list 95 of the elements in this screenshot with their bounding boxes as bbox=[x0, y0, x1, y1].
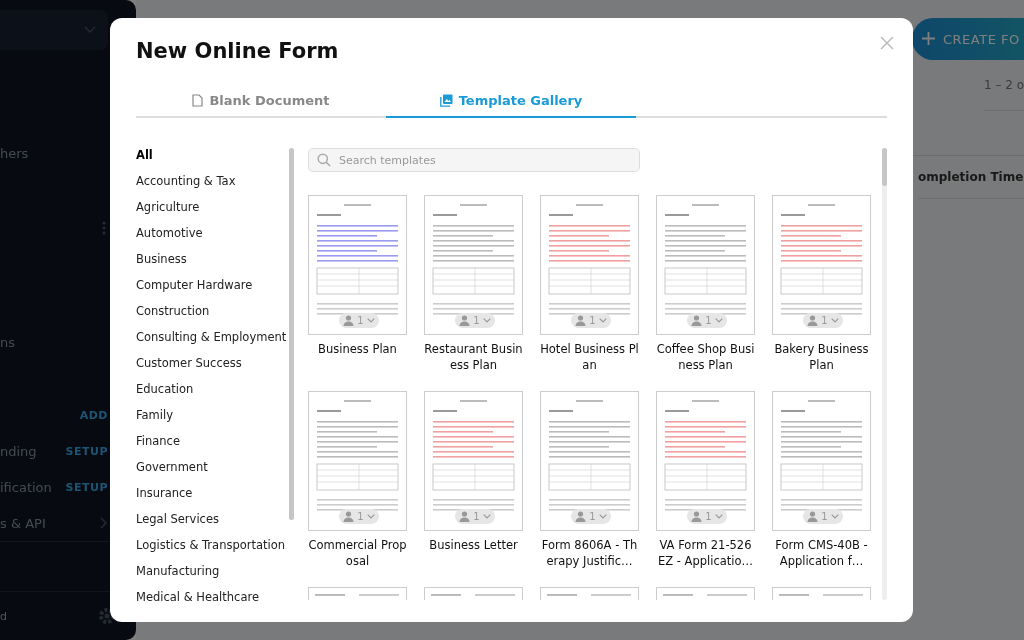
scrollbar[interactable] bbox=[289, 148, 294, 520]
chevron-down-icon bbox=[482, 318, 491, 323]
category-item[interactable]: Finance bbox=[136, 434, 180, 460]
chevron-down-icon bbox=[714, 318, 723, 323]
sidebar-item[interactable]: nding bbox=[0, 443, 37, 459]
category-item[interactable]: Education bbox=[136, 382, 194, 408]
assignee-selector[interactable]: 1 bbox=[803, 313, 843, 328]
document-thumbnail[interactable]: 1 bbox=[424, 195, 523, 335]
assignee-selector[interactable]: 1 bbox=[687, 509, 727, 524]
add-link[interactable]: ADD bbox=[79, 408, 108, 422]
category-item[interactable]: Consulting & Employment bbox=[136, 330, 287, 356]
setup-link[interactable]: SETUP bbox=[65, 444, 108, 458]
chevron-down-icon bbox=[366, 318, 375, 323]
document-thumbnail[interactable]: 1 bbox=[540, 195, 639, 335]
document-thumbnail[interactable]: 1 bbox=[424, 391, 523, 531]
document-thumbnail[interactable]: 1 bbox=[308, 391, 407, 531]
assignee-selector[interactable]: 1 bbox=[571, 509, 611, 524]
category-item[interactable]: Customer Success bbox=[136, 356, 242, 382]
chevron-right-icon bbox=[100, 517, 108, 529]
template-name[interactable]: Business Letter bbox=[424, 537, 523, 553]
chevron-down-icon bbox=[366, 514, 375, 519]
template-name[interactable]: Coffee Shop Business Plan bbox=[656, 341, 755, 373]
person-icon bbox=[691, 511, 703, 522]
person-icon bbox=[807, 315, 819, 326]
chevron-down-icon bbox=[830, 514, 839, 519]
setup-link[interactable]: SETUP bbox=[65, 480, 108, 494]
person-icon bbox=[343, 511, 355, 522]
chevron-down-icon bbox=[714, 514, 723, 519]
chevron-down-icon bbox=[482, 514, 491, 519]
sidebar-item[interactable]: ification bbox=[0, 479, 52, 495]
person-icon bbox=[575, 315, 587, 326]
workspace-dropdown[interactable] bbox=[0, 10, 108, 50]
tab[interactable]: Template Gallery bbox=[386, 84, 636, 118]
chevron-down-icon bbox=[598, 318, 607, 323]
person-icon bbox=[459, 315, 471, 326]
document-thumbnail[interactable]: 1 bbox=[656, 195, 755, 335]
person-icon bbox=[343, 315, 355, 326]
assignee-selector[interactable]: 1 bbox=[803, 509, 843, 524]
person-icon bbox=[807, 511, 819, 522]
template-name[interactable]: Form CMS-40B - Application f… bbox=[772, 537, 871, 569]
assignee-selector[interactable]: 1 bbox=[455, 313, 495, 328]
category-item[interactable]: Business bbox=[136, 252, 187, 278]
document-thumbnail[interactable]: 1 bbox=[772, 195, 871, 335]
assignee-selector[interactable]: 1 bbox=[339, 509, 379, 524]
category-item[interactable]: Computer Hardware bbox=[136, 278, 253, 304]
category-item[interactable]: Legal Services bbox=[136, 512, 219, 538]
document-thumbnail[interactable]: 1 bbox=[772, 391, 871, 531]
chevron-down-icon bbox=[830, 318, 839, 323]
sidebar-item[interactable]: ns bbox=[0, 334, 15, 350]
assignee-selector[interactable]: 1 bbox=[687, 313, 727, 328]
document-thumbnail[interactable]: 1 bbox=[308, 195, 407, 335]
category-item[interactable]: Government bbox=[136, 460, 208, 486]
pagination-text: 1 – 2 o bbox=[984, 78, 1024, 92]
category-item[interactable]: Automotive bbox=[136, 226, 203, 252]
more-icon[interactable] bbox=[102, 221, 106, 235]
person-icon bbox=[691, 315, 703, 326]
category-item[interactable]: Family bbox=[136, 408, 173, 434]
scrollbar[interactable] bbox=[882, 148, 887, 600]
category-item[interactable]: Logistics & Transportation bbox=[136, 538, 286, 564]
column-header: ompletion Time bbox=[918, 170, 1024, 184]
template-name[interactable]: Commercial Proposal bbox=[308, 537, 407, 569]
tab[interactable]: Blank Document bbox=[136, 84, 386, 118]
template-name[interactable]: Business Plan bbox=[308, 341, 407, 357]
template-name[interactable]: Hotel Business Plan bbox=[540, 341, 639, 373]
template-name[interactable]: VA Form 21-526 EZ - Applicatio… bbox=[656, 537, 755, 569]
category-item[interactable]: Medical & Healthcare bbox=[136, 590, 260, 616]
assignee-selector[interactable]: 1 bbox=[571, 313, 611, 328]
person-icon bbox=[575, 511, 587, 522]
search-field[interactable]: Search templates bbox=[308, 148, 640, 172]
assignee-selector[interactable]: 1 bbox=[455, 509, 495, 524]
document-icon bbox=[192, 93, 204, 107]
sidebar-item[interactable]: hers bbox=[0, 145, 29, 161]
footer-text: d bbox=[0, 609, 7, 623]
category-item[interactable]: Agriculture bbox=[136, 200, 200, 226]
template-name[interactable]: Form 8606A - Therapy Justific… bbox=[540, 537, 639, 569]
assignee-selector[interactable]: 1 bbox=[339, 313, 379, 328]
document-thumbnail[interactable]: 1 bbox=[656, 391, 755, 531]
dialog-title: New Online Form bbox=[136, 38, 339, 64]
chevron-down-icon bbox=[84, 26, 96, 34]
close-icon[interactable] bbox=[880, 36, 894, 50]
category-item[interactable]: Construction bbox=[136, 304, 210, 330]
settings-icon[interactable] bbox=[98, 607, 116, 625]
image-gallery-icon bbox=[439, 93, 453, 107]
category-item[interactable]: All bbox=[136, 148, 153, 174]
plus-icon bbox=[922, 31, 935, 45]
template-name[interactable]: Restaurant Business Plan bbox=[424, 341, 523, 373]
chevron-down-icon bbox=[598, 514, 607, 519]
sidebar-item[interactable]: s & API bbox=[0, 515, 46, 531]
category-item[interactable]: Insurance bbox=[136, 486, 193, 512]
category-item[interactable]: Accounting & Tax bbox=[136, 174, 236, 200]
create-form-button[interactable]: CREATE FO bbox=[912, 18, 1024, 60]
person-icon bbox=[459, 511, 471, 522]
document-thumbnail[interactable]: 1 bbox=[540, 391, 639, 531]
template-name[interactable]: Bakery Business Plan bbox=[772, 341, 871, 373]
category-item[interactable]: Manufacturing bbox=[136, 564, 220, 590]
